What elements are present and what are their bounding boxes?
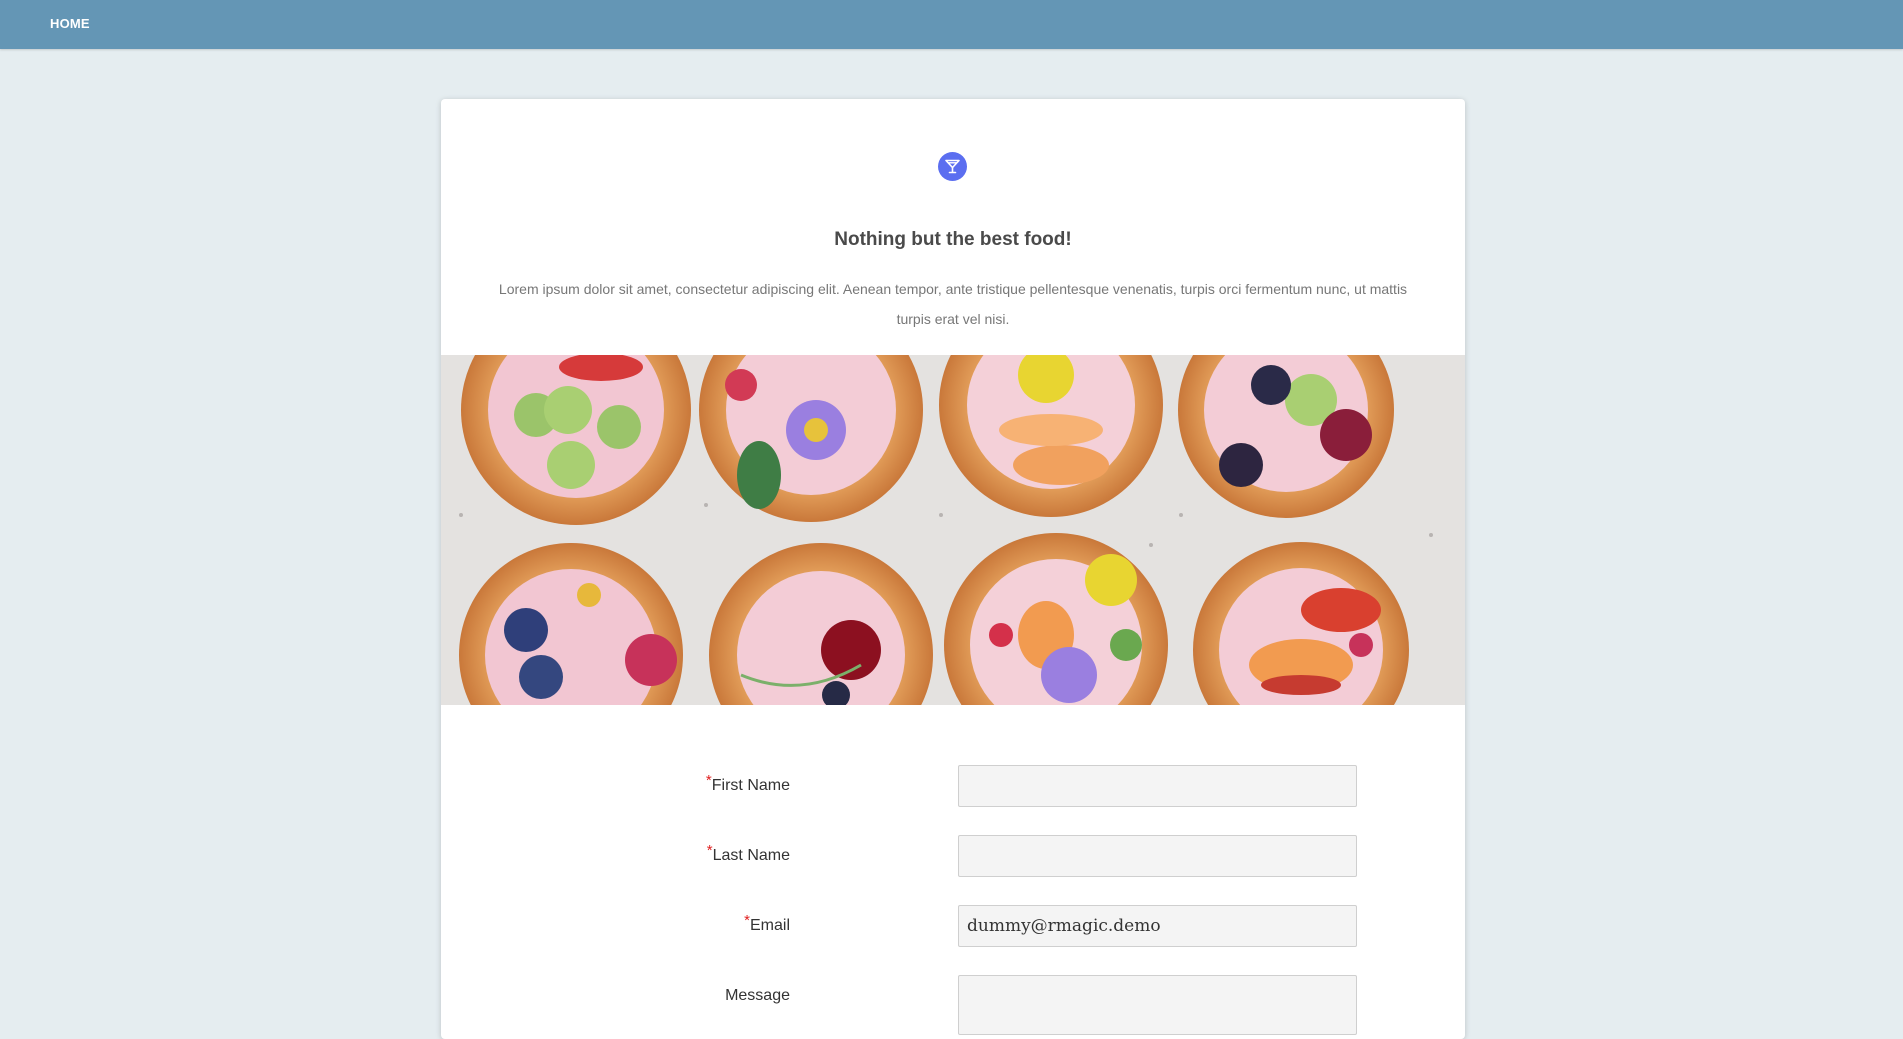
- form-card: Nothing but the best food! Lorem ipsum d…: [441, 99, 1465, 1039]
- page-title: Nothing but the best food!: [834, 229, 1072, 250]
- form-row-last-name: *Last Name: [441, 835, 1465, 877]
- first-name-field[interactable]: [958, 765, 1357, 807]
- top-navbar: HOME: [0, 0, 1903, 49]
- cocktail-glass-icon: [938, 152, 967, 181]
- required-asterisk: *: [705, 772, 712, 789]
- intro-text: Lorem ipsum dolor sit amet, consectetur …: [498, 281, 1408, 327]
- message-field[interactable]: [958, 975, 1357, 1035]
- email-field[interactable]: [958, 905, 1357, 947]
- required-asterisk: *: [744, 912, 750, 929]
- last-name-field[interactable]: [958, 835, 1357, 877]
- required-asterisk: *: [706, 842, 713, 859]
- nav-home-link[interactable]: HOME: [50, 16, 90, 31]
- form-row-message: Message: [441, 975, 1465, 1035]
- email-label: *Email: [744, 912, 790, 934]
- form-row-email: *Email: [441, 905, 1465, 947]
- message-label: Message: [725, 987, 790, 1004]
- first-name-label: *First Name: [705, 772, 790, 794]
- last-name-label: *Last Name: [706, 842, 790, 864]
- banner-image: [441, 355, 1465, 705]
- form-row-first-name: *First Name: [441, 765, 1465, 807]
